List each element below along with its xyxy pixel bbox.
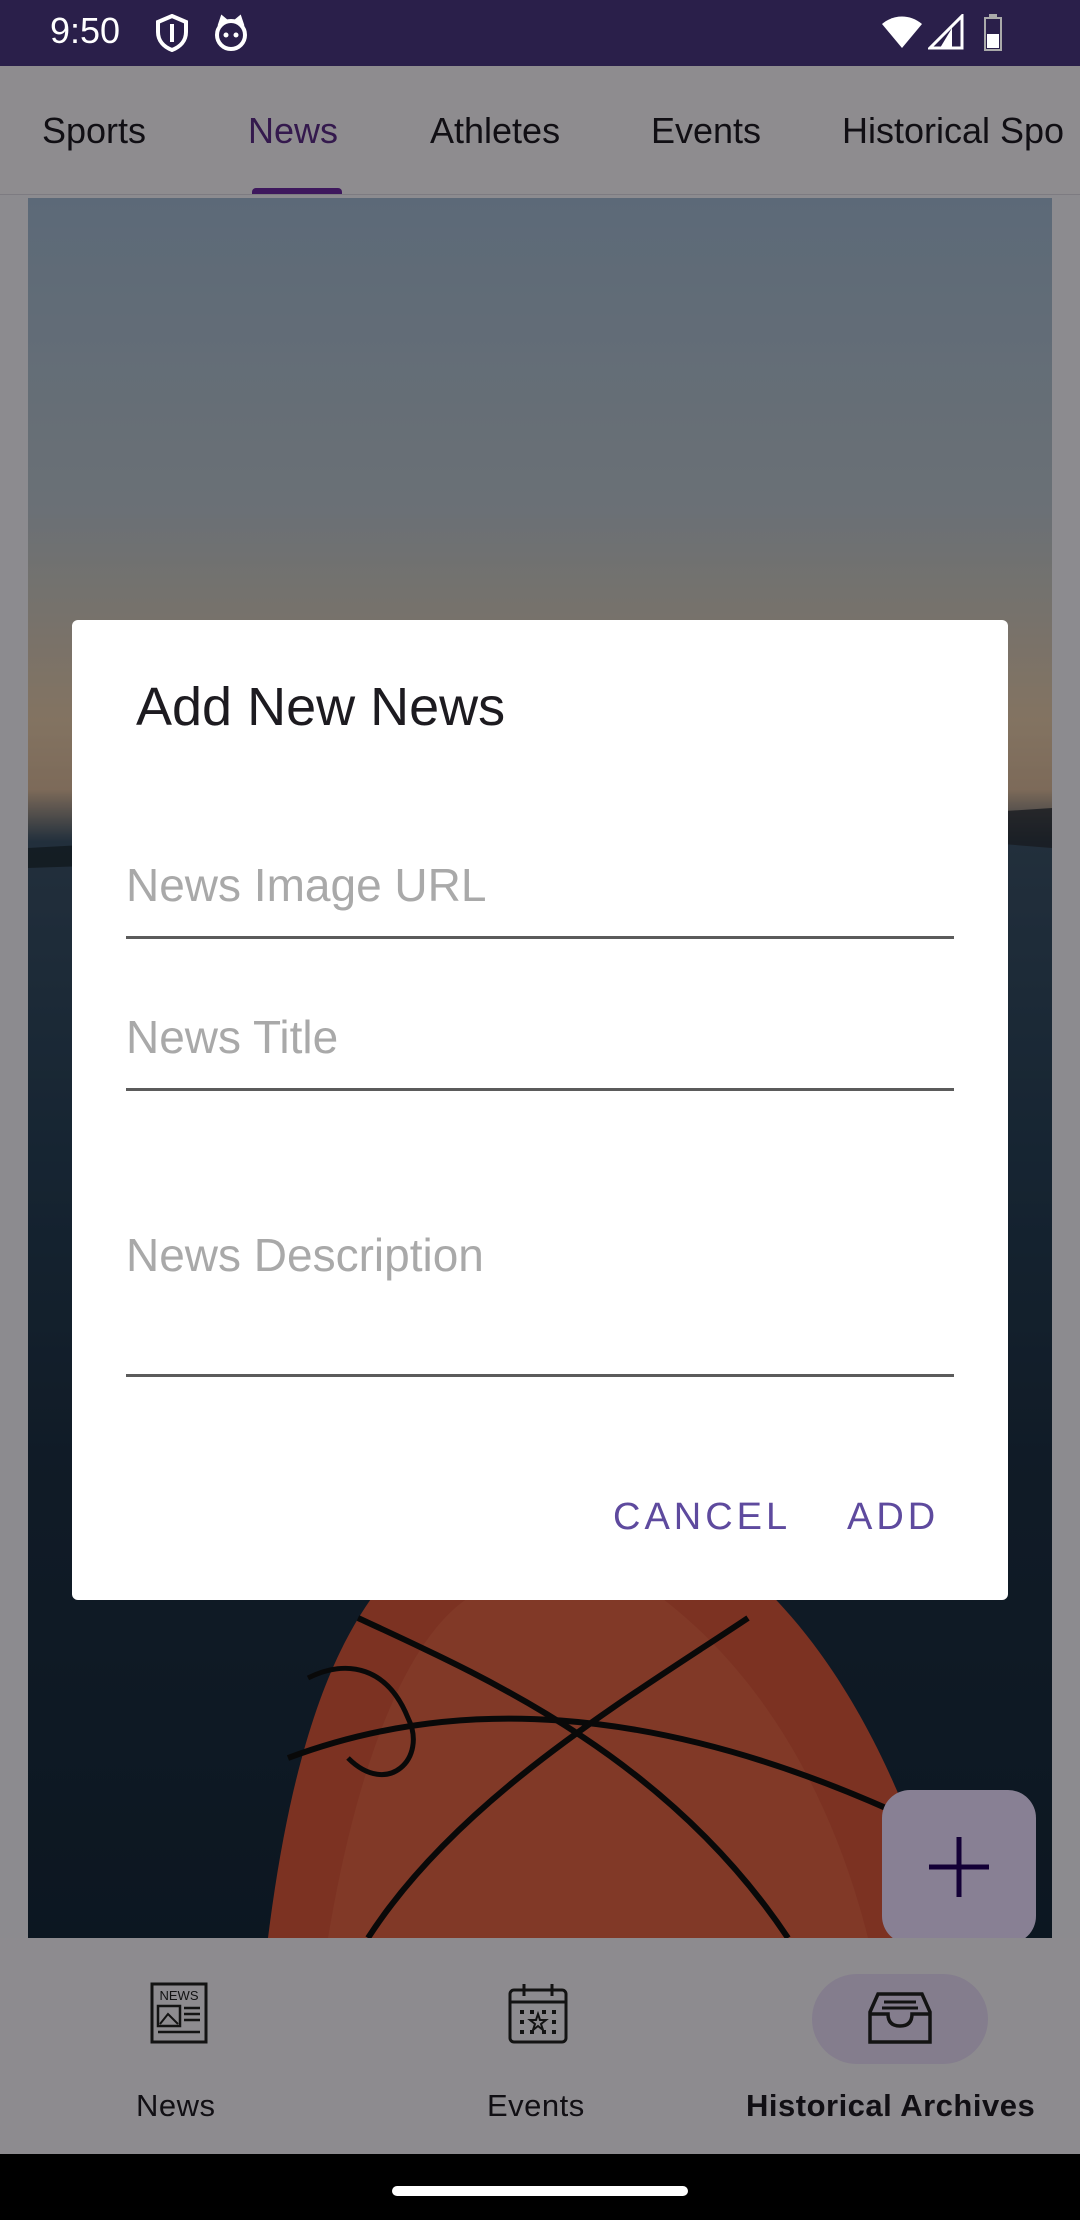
add-news-dialog: Add New News CANCEL ADD [72,620,1008,1600]
dialog-title: Add New News [136,677,506,737]
gesture-bar [0,2154,1080,2220]
wifi-icon [880,14,924,55]
title-field [126,996,954,1092]
battery-icon [982,14,1004,57]
description-field [126,1216,954,1406]
status-time: 9:50 [50,10,121,51]
signal-icon [926,12,964,55]
description-input[interactable] [126,1228,954,1378]
image-url-field [126,844,954,940]
cancel-button[interactable]: CANCEL [613,1496,791,1539]
image-url-input[interactable] [126,854,954,916]
shield-icon [154,13,190,57]
title-underline [126,1088,954,1091]
title-input[interactable] [126,1006,954,1068]
description-underline [126,1374,954,1377]
home-handle[interactable] [392,2186,688,2196]
status-bar: 9:50 [0,0,1080,66]
image-url-underline [126,936,954,939]
add-button[interactable]: ADD [847,1496,939,1539]
cat-face-icon [212,14,250,57]
